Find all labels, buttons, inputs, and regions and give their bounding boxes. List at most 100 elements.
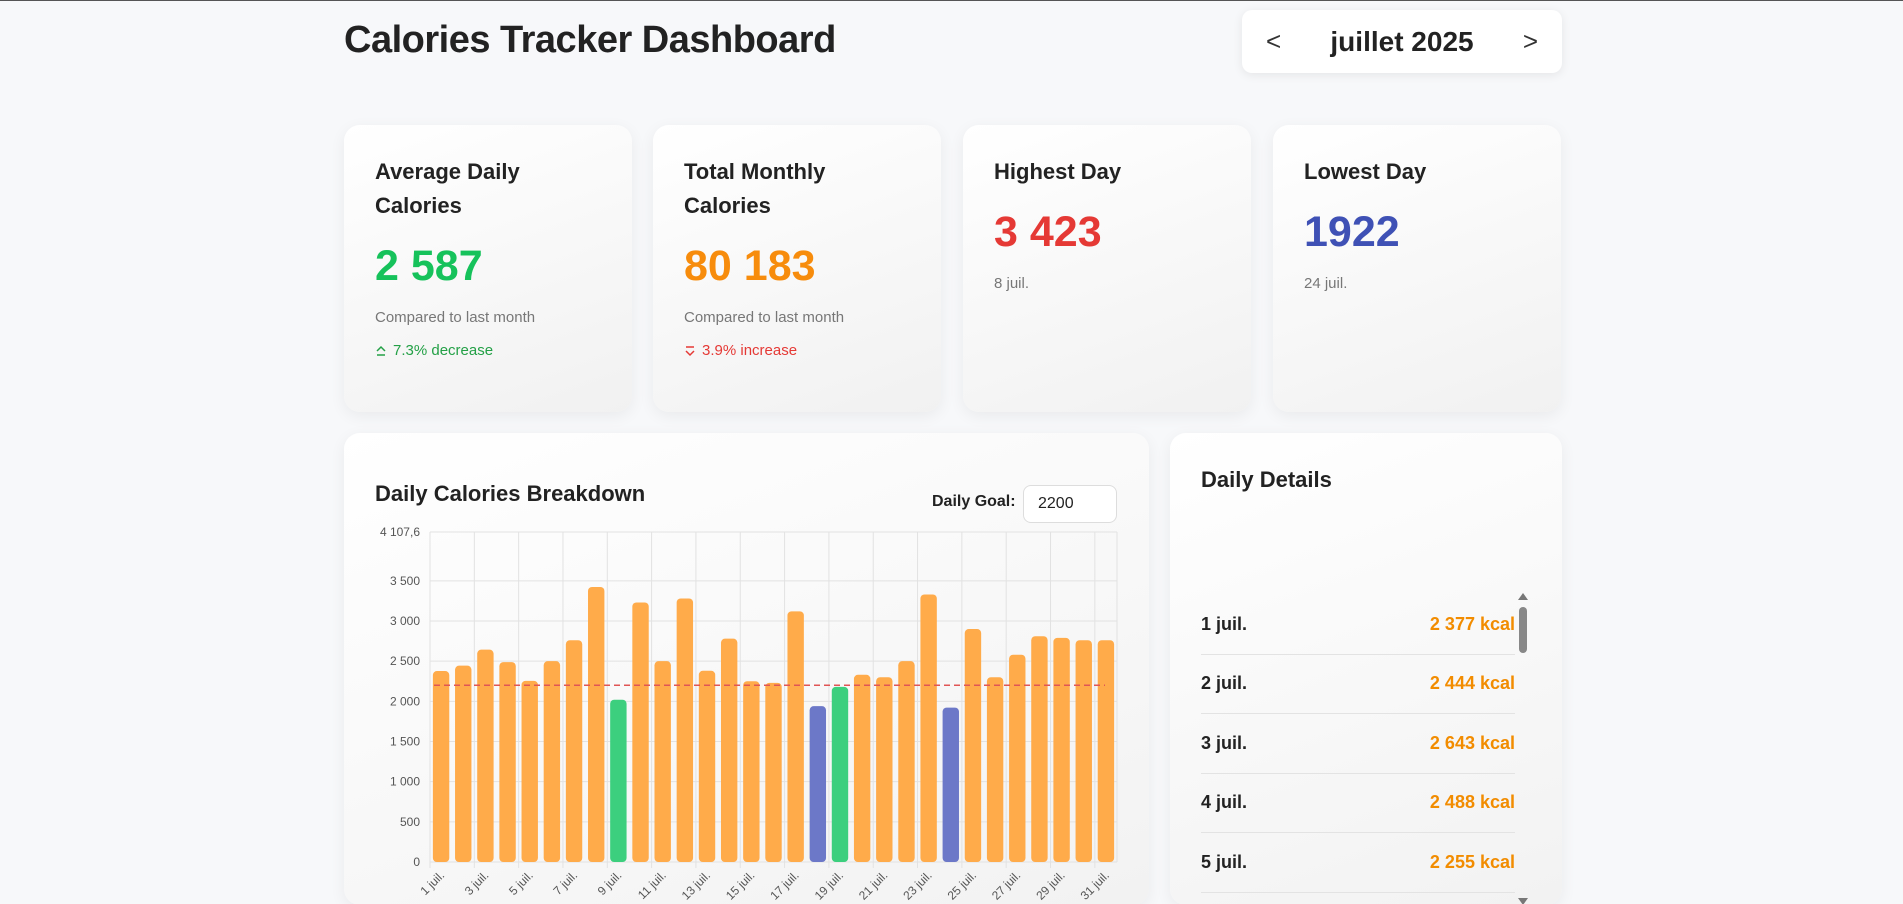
bar (632, 602, 649, 862)
x-tick-label: 25 juil. (945, 868, 979, 902)
bar (765, 682, 782, 862)
card-value: 2 587 (375, 242, 483, 290)
bar (455, 665, 472, 862)
x-tick-label: 19 juil. (812, 868, 846, 902)
detail-kcal: 2 377 kcal (1429, 613, 1515, 634)
card-subtitle: 24 juil. (1304, 275, 1348, 292)
highest-day-card: Highest Day 3 423 8 juil. (963, 125, 1251, 412)
x-tick-label: 9 juil. (595, 868, 625, 898)
bar (610, 699, 627, 862)
list-item: 2 juil. 2 444 kcal (1201, 655, 1515, 714)
bar (942, 707, 959, 862)
list-item: 3 juil. 2 643 kcal (1201, 714, 1515, 774)
card-value: 1922 (1304, 208, 1400, 256)
card-title: Lowest Day (1304, 159, 1427, 184)
card-subtitle: Compared to last month (684, 309, 845, 326)
x-tick-label: 15 juil. (723, 868, 757, 902)
list-item: 4 juil. 2 488 kcal (1201, 774, 1515, 833)
chart-panel: 0 500 1 000 1 500 2 000 2 500 3 000 3 500 4 107,… (344, 433, 1149, 904)
bar (853, 674, 871, 862)
x-tick-label: 31 juil. (1078, 868, 1112, 902)
prev-month-button[interactable]: < (1266, 26, 1281, 57)
x-tick-label: 5 juil. (506, 868, 536, 898)
y-tick-label: 2 000 (390, 694, 420, 708)
details-title: Daily Details (1201, 467, 1332, 492)
daily-goal-label: Daily Goal: (932, 493, 1016, 510)
card-subtitle: Compared to last month (375, 309, 536, 326)
x-tick-label: 17 juil. (767, 868, 801, 902)
x-tick-label: 21 juil. (856, 868, 890, 902)
bar (1075, 640, 1092, 862)
x-tick-label: 13 juil. (679, 868, 713, 902)
chevron-up-icon (376, 345, 386, 356)
card-title: Average Daily Calories (375, 159, 520, 218)
detail-kcal: 2 643 kcal (1429, 732, 1515, 753)
y-tick-label: 4 107,6 (380, 525, 420, 539)
bar (809, 706, 827, 862)
bar (787, 611, 804, 862)
bar (986, 677, 1004, 862)
scroll-down-arrow-icon[interactable] (1518, 898, 1528, 904)
bar (432, 671, 450, 862)
x-tick-label: 23 juil. (900, 868, 934, 902)
card-title: Total Monthly Calories (684, 159, 826, 218)
detail-date: 4 juil. (1201, 792, 1248, 813)
bar (565, 640, 583, 862)
detail-date: 3 juil. (1201, 732, 1248, 753)
card-value: 80 183 (684, 242, 816, 290)
bar (743, 681, 760, 862)
x-tick-label: 3 juil. (462, 868, 492, 898)
bar (1053, 637, 1070, 862)
bar (676, 598, 694, 862)
y-tick-label: 0 (413, 855, 420, 869)
average-daily-card: Average Daily Calories 2 587 Compared to… (344, 125, 632, 412)
details-scrollbar[interactable] (1518, 593, 1528, 904)
daily-details-list[interactable]: 1 juil. 2 377 kcal 2 juil. 2 444 kcal 3 ju… (1201, 595, 1515, 904)
card-change: 7.3% decrease (375, 342, 601, 359)
card-subtitle: 8 juil. (994, 275, 1030, 292)
card-change-text: 7.3% decrease (393, 342, 494, 359)
bar (831, 686, 849, 862)
next-month-button[interactable]: > (1523, 26, 1538, 57)
list-item: 1 juil. 2 377 kcal (1201, 595, 1515, 655)
lowest-day-card: Lowest Day 1922 24 juil. (1273, 125, 1561, 412)
x-tick-label: 29 juil. (1033, 868, 1067, 902)
bar (654, 661, 671, 862)
card-change-text: 3.9% increase (702, 342, 798, 359)
list-item: 5 juil. 2 255 kcal (1201, 833, 1515, 893)
chart-title: Daily Calories Breakdown (375, 481, 646, 506)
y-tick-label: 2 500 (390, 654, 420, 668)
month-picker: < juillet 2025 > (1242, 10, 1562, 73)
detail-kcal: 2 255 kcal (1429, 851, 1515, 872)
bar (964, 629, 982, 862)
detail-kcal: 2 488 kcal (1429, 792, 1515, 813)
bar (898, 661, 915, 862)
detail-date: 1 juil. (1201, 613, 1248, 634)
bar (543, 661, 561, 862)
y-tick-label: 3 000 (390, 614, 420, 628)
bar (698, 670, 716, 862)
bar (876, 677, 893, 862)
y-tick-label: 1 500 (390, 734, 420, 748)
y-tick-label: 1 000 (390, 775, 420, 789)
bar (499, 662, 516, 862)
card-title: Highest Day (994, 159, 1122, 184)
card-change: 3.9% increase (684, 342, 910, 359)
bar (477, 649, 494, 862)
chevron-down-icon (685, 345, 695, 356)
scrollbar-thumb[interactable] (1519, 607, 1527, 653)
x-tick-label: 1 juil. (417, 868, 447, 898)
bar (588, 587, 605, 862)
detail-date: 5 juil. (1201, 851, 1248, 872)
x-tick-label: 11 juil. (635, 868, 669, 902)
bar (1031, 636, 1048, 862)
card-value: 3 423 (994, 208, 1102, 256)
daily-goal-input[interactable] (1023, 485, 1117, 523)
x-tick-label: 7 juil. (550, 868, 580, 898)
y-tick-label: 500 (400, 815, 420, 829)
scroll-up-arrow-icon[interactable] (1518, 593, 1528, 600)
detail-kcal: 2 444 kcal (1429, 673, 1515, 694)
bar (920, 594, 937, 862)
current-month-label: juillet 2025 (1330, 25, 1474, 57)
x-tick-label: 27 juil. (989, 868, 1023, 902)
